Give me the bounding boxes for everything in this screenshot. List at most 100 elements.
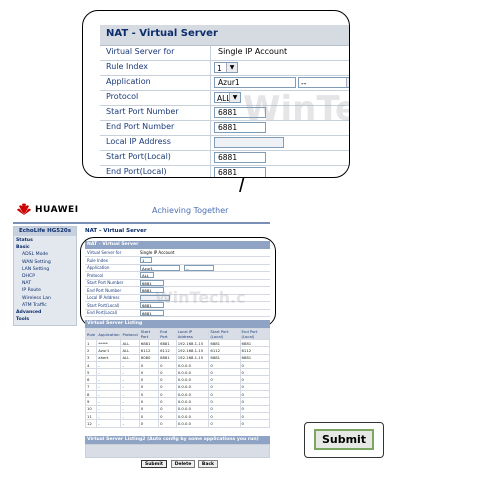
back-button[interactable]: Back xyxy=(198,460,218,468)
sidebar-item[interactable]: DHCP xyxy=(22,274,35,279)
table-cell: Azur1 xyxy=(96,346,122,355)
table-row[interactable]: 11- -0 0 0.0.0.0 0 0 xyxy=(84,411,271,421)
table-cell: - xyxy=(96,382,122,392)
sidebar-item[interactable]: IP Route xyxy=(22,288,41,293)
table-cell: 0.0.0.0 xyxy=(175,404,210,413)
table-row[interactable]: 6- -0 0 0.0.0.0 0 0 xyxy=(84,375,271,384)
table-cell: 0 xyxy=(208,419,241,428)
sidebar-item[interactable]: NAT xyxy=(22,281,31,286)
table-row[interactable]: 7- -0 0 0.0.0.0 0 0 xyxy=(84,382,271,392)
table-cell: 0 xyxy=(158,375,177,384)
table-cell: 12 xyxy=(84,419,98,428)
virtual-server-table: Rule Application Protocol Start Port End Por… xyxy=(84,328,271,428)
table-cell: - xyxy=(120,368,140,377)
table-cell: - xyxy=(120,404,140,413)
table-cell: 0.0.0.0 xyxy=(175,390,210,399)
sidebar: EchoLife HG520s Status Basic ADSL Mode WAN … xyxy=(13,226,77,326)
table-cell: 0 xyxy=(239,411,271,421)
table-cell: 0 xyxy=(158,360,177,370)
huawei-logo-icon xyxy=(17,203,31,215)
row-virtual-server-for: Virtual Server for Single IP Account xyxy=(100,46,349,61)
table-cell: 0 xyxy=(208,404,241,413)
submit-button[interactable]: Submit xyxy=(141,460,167,468)
table-cell: 0 xyxy=(239,404,271,413)
table-cell: 0 xyxy=(239,419,271,428)
table-cell: 0 xyxy=(208,368,241,377)
table-cell: ALL xyxy=(120,353,140,362)
table-cell: 0 xyxy=(158,404,177,413)
table-cell: 0 xyxy=(208,375,241,384)
table-cell: 6881 xyxy=(138,338,160,348)
table-cell: 0.0.0.0 xyxy=(175,419,210,428)
zoomed-nat-form: NAT - Virtual Server Virtual Server for … xyxy=(82,10,350,178)
table-cell: 0 xyxy=(138,419,160,428)
table-row[interactable]: 10- -0 0 0.0.0.0 0 0 xyxy=(84,404,271,413)
table-cell: 0 xyxy=(138,382,160,392)
table-cell: 0 xyxy=(138,404,160,413)
table-cell: - xyxy=(120,375,140,384)
table-cell: 0 xyxy=(239,360,271,370)
table-cell: - xyxy=(96,368,122,377)
table-cell: - xyxy=(120,419,140,428)
table-cell: 0.0.0.0 xyxy=(175,397,210,406)
table-cell: 192.168.1.15 xyxy=(175,353,210,362)
zoomed-submit: Submit xyxy=(304,422,384,458)
table-cell: - xyxy=(120,382,140,392)
table-cell: 0 xyxy=(239,368,271,377)
table-cell: 6 xyxy=(84,375,98,384)
table-row[interactable]: 4- -0 0 0.0.0.0 0 0 xyxy=(84,360,271,370)
sidebar-item[interactable]: Tools xyxy=(16,317,29,322)
table-cell: - xyxy=(96,411,122,421)
table-row[interactable]: 9- -0 0 0.0.0.0 0 0 xyxy=(84,397,271,406)
table-cell: 0 xyxy=(208,382,241,392)
table-cell: - xyxy=(96,375,122,384)
table-cell: 0 xyxy=(158,368,177,377)
delete-button[interactable]: Delete xyxy=(171,460,195,468)
listing-title: Virtual Server Listing xyxy=(85,320,270,328)
application-input[interactable]: Azur1 xyxy=(214,77,296,88)
sidebar-item[interactable]: ADSL Mode xyxy=(22,252,48,257)
big-submit-button[interactable]: Submit xyxy=(314,429,374,450)
local-ip-input[interactable] xyxy=(214,137,284,148)
table-cell: - xyxy=(96,397,122,406)
table-cell: 0.0.0.0 xyxy=(175,382,210,392)
rule-index-select[interactable]: 1 ▼ xyxy=(214,62,238,73)
table-header: Protocol xyxy=(120,328,140,340)
protocol-select[interactable]: ALL ▼ xyxy=(214,92,241,103)
sidebar-item[interactable]: Status xyxy=(16,238,33,243)
row-local-ip: Local IP Address xyxy=(100,136,349,151)
table-cell: 11 xyxy=(84,411,98,421)
table-cell: 8080 xyxy=(138,353,160,362)
table-cell: - xyxy=(120,390,140,399)
sidebar-item[interactable]: LAN Setting xyxy=(22,267,49,272)
table-cell: 0 xyxy=(138,368,160,377)
table-cell: 10 xyxy=(84,404,98,413)
start-port-local-input[interactable]: 6881 xyxy=(214,152,266,163)
table-row[interactable]: 3 ahert ALL 8080 8881 192.168.1.15 6881 6881 xyxy=(84,353,271,362)
table-cell: 0 xyxy=(208,360,241,370)
sidebar-item[interactable]: Advanced xyxy=(16,310,41,315)
table-row[interactable]: 1 ***** ALL 6881 6881 192.168.1.15 6881 6881 xyxy=(84,338,271,348)
table-cell: 5 xyxy=(84,368,98,377)
end-port-local-input[interactable]: 6881 xyxy=(214,167,266,177)
table-row[interactable]: 5- -0 0 0.0.0.0 0 0 xyxy=(84,368,271,377)
brand-logo: HUAWEI xyxy=(35,205,79,215)
table-row[interactable]: 2 Azur1 ALL 6112 6112 192.168.1.15 6112 6112 xyxy=(84,346,271,355)
table-cell: 0 xyxy=(239,382,271,392)
table-cell: 9 xyxy=(84,397,98,406)
table-cell: ahert xyxy=(96,353,122,362)
table-row[interactable]: 12- -0 0 0.0.0.0 0 0 xyxy=(84,419,271,428)
sidebar-item[interactable]: WAN Setting xyxy=(22,260,51,265)
application-select[interactable]: --▼ xyxy=(298,77,349,88)
table-row[interactable]: 8- -0 0 0.0.0.0 0 0 xyxy=(84,390,271,399)
table-cell: 2 xyxy=(84,346,98,355)
chevron-down-icon: ▼ xyxy=(229,93,240,102)
table-cell: 6112 xyxy=(138,346,160,355)
listing2-table xyxy=(85,444,270,458)
sidebar-item[interactable]: Wireless Lan xyxy=(22,296,51,301)
chevron-down-icon: ▼ xyxy=(226,63,237,72)
sidebar-item[interactable]: Basic xyxy=(16,245,30,250)
sidebar-item[interactable]: ATM Traffic xyxy=(22,303,47,308)
table-cell: - xyxy=(120,360,140,370)
table-header: Start Port xyxy=(138,328,160,340)
